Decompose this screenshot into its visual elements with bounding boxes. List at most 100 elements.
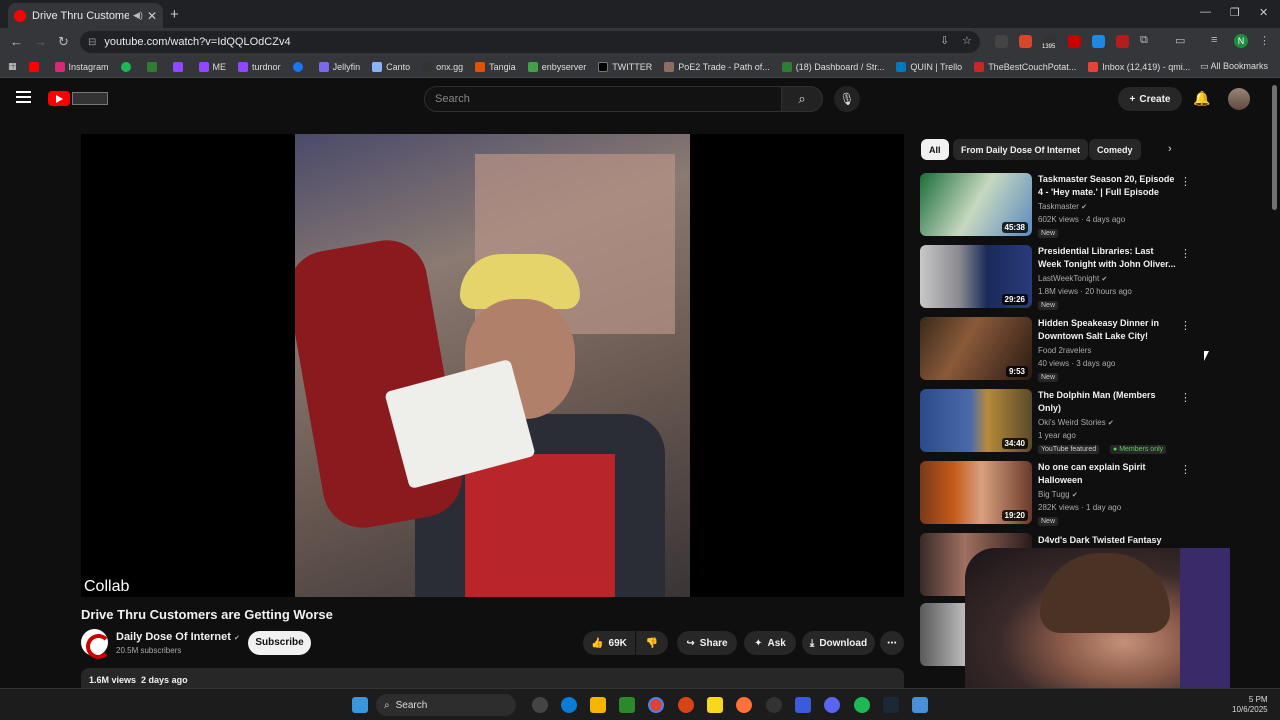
microphone-icon[interactable]: 🎙 <box>834 86 860 112</box>
rec-title[interactable]: Presidential Libraries: Last Week Tonigh… <box>1038 245 1178 271</box>
more-options-icon[interactable]: ⋮ <box>1180 175 1191 188</box>
chevron-right-icon[interactable]: › <box>1168 143 1172 155</box>
extension-fox-icon[interactable] <box>1019 35 1032 48</box>
taskbar-search[interactable]: ⌕ Search <box>376 694 516 716</box>
bookmark-item[interactable]: Jellyfin <box>318 61 360 72</box>
all-bookmarks-button[interactable]: ▭ All Bookmarks <box>1200 61 1268 72</box>
system-clock[interactable]: 5 PM 10/6/2025 <box>1232 695 1268 715</box>
profile-avatar[interactable]: N <box>1234 34 1248 48</box>
browser-menu-icon[interactable]: ⋮ <box>1259 34 1270 47</box>
more-actions-icon[interactable]: ⋯ <box>880 631 904 655</box>
extensions-puzzle-icon[interactable]: ⧉ <box>1140 34 1148 47</box>
bookmark-item[interactable]: ME <box>198 61 226 72</box>
windows-start-icon[interactable] <box>352 697 368 713</box>
network-app-icon[interactable] <box>795 697 811 713</box>
more-options-icon[interactable]: ⋮ <box>1180 247 1191 260</box>
bookmark-item[interactable]: Canto <box>372 61 410 72</box>
new-tab-button[interactable]: + <box>170 6 179 23</box>
bookmark-item[interactable]: onx.gg <box>422 61 463 72</box>
rec-title[interactable]: No one can explain Spirit Halloween <box>1038 461 1178 487</box>
address-bar[interactable]: ⊟ youtube.com/watch?v=IdQQLOdCZv4 <box>80 31 980 53</box>
recommendation-item[interactable]: 34:40 The Dolphin Man (Members Only) Oki… <box>920 389 1191 455</box>
firefox-icon[interactable] <box>736 697 752 713</box>
extension-k-icon[interactable] <box>995 35 1008 48</box>
recommendation-item[interactable]: 9:53 Hidden Speakeasy Dinner in Downtown… <box>920 317 1191 383</box>
speaker-icon[interactable]: ◀) <box>133 10 143 21</box>
rec-title[interactable]: D4vd's Dark Twisted Fantasy <box>1038 534 1178 547</box>
dislike-button[interactable]: 👎 <box>636 631 668 655</box>
video-thumbnail[interactable]: 34:40 <box>920 389 1032 452</box>
bookmark-item[interactable]: Inbox (12,419) - qmi... <box>1088 61 1190 72</box>
notes-icon[interactable] <box>707 697 723 713</box>
steam-icon[interactable] <box>883 697 899 713</box>
chip-from-channel[interactable]: From Daily Dose Of Internet <box>953 139 1089 160</box>
channel-avatar[interactable] <box>81 629 111 659</box>
side-panel-icon[interactable]: ▭ <box>1175 34 1185 47</box>
search-input[interactable]: Search <box>424 86 782 112</box>
search-icon[interactable]: ⌕ <box>781 86 823 112</box>
file-explorer-icon[interactable] <box>590 697 606 713</box>
recommendation-item[interactable]: 19:20 No one can explain Spirit Hallowee… <box>920 461 1191 527</box>
share-button[interactable]: ↪ Share <box>677 631 737 655</box>
basketball-app-icon[interactable] <box>678 697 694 713</box>
rec-channel[interactable]: LastWeekTonight ✔ <box>1038 274 1107 283</box>
browser-tab[interactable]: Drive Thru Customers are G ◀) ✕ <box>8 3 163 28</box>
subscribe-button[interactable]: Subscribe <box>248 631 311 655</box>
notifications-bell-icon[interactable]: 🔔 <box>1193 90 1210 107</box>
page-scrollbar[interactable] <box>1272 85 1277 210</box>
settings-icon[interactable] <box>532 697 548 713</box>
rec-title[interactable]: Taskmaster Season 20, Episode 4 - 'Hey m… <box>1038 173 1178 199</box>
bookmark-twitch[interactable] <box>172 61 187 72</box>
rec-channel[interactable]: Big Tugg ✔ <box>1038 490 1078 499</box>
video-player[interactable]: Collab <box>81 134 904 597</box>
more-options-icon[interactable]: ⋮ <box>1180 463 1191 476</box>
edge-icon[interactable] <box>561 697 577 713</box>
create-button[interactable]: + Create <box>1118 87 1182 111</box>
bookmark-item[interactable]: enbyserver <box>527 61 586 72</box>
bookmark-youtube[interactable] <box>28 61 43 72</box>
more-options-icon[interactable]: ⋮ <box>1180 391 1191 404</box>
video-thumbnail[interactable]: 9:53 <box>920 317 1032 380</box>
extension-red-icon[interactable] <box>1116 35 1129 48</box>
recommendation-item[interactable]: 29:26 Presidential Libraries: Last Week … <box>920 245 1191 311</box>
menu-icon[interactable] <box>16 91 31 106</box>
video-thumbnail[interactable]: 45:38 <box>920 173 1032 236</box>
notepad-icon[interactable] <box>912 697 928 713</box>
account-avatar[interactable] <box>1228 88 1250 110</box>
chip-comedy[interactable]: Comedy <box>1089 139 1141 160</box>
apps-grid-icon[interactable]: ▦ <box>8 61 17 72</box>
forward-icon[interactable]: → <box>34 34 47 49</box>
bookmark-facebook[interactable] <box>292 61 307 72</box>
rec-channel[interactable]: Oki's Weird Stories ✔ <box>1038 418 1114 427</box>
spotify-icon[interactable] <box>854 697 870 713</box>
bookmark-green[interactable] <box>146 61 161 72</box>
bookmark-item[interactable]: Instagram <box>54 61 109 72</box>
rec-channel[interactable]: Taskmaster ✔ <box>1038 202 1087 211</box>
close-window-icon[interactable]: ✕ <box>1259 6 1268 19</box>
recommendation-item[interactable]: 45:38 Taskmaster Season 20, Episode 4 - … <box>920 173 1191 239</box>
discord-icon[interactable] <box>824 697 840 713</box>
like-button[interactable]: 👍 69K <box>583 631 635 655</box>
bookmark-item[interactable]: QUIN | Trello <box>896 61 962 72</box>
bookmark-star-icon[interactable]: ☆ <box>962 34 972 47</box>
video-thumbnail[interactable]: 29:26 <box>920 245 1032 308</box>
rec-title[interactable]: Hidden Speakeasy Dinner in Downtown Salt… <box>1038 317 1178 343</box>
video-thumbnail[interactable]: 19:20 <box>920 461 1032 524</box>
terminal-icon[interactable] <box>619 697 635 713</box>
minimize-icon[interactable]: — <box>1200 6 1211 18</box>
channel-name[interactable]: Daily Dose Of Internet ✔ <box>116 631 240 643</box>
ask-button[interactable]: ✦ Ask <box>744 631 796 655</box>
close-tab-icon[interactable]: ✕ <box>147 9 157 23</box>
youtube-logo-icon[interactable] <box>48 91 70 106</box>
bookmark-item[interactable]: Tangia <box>475 61 516 72</box>
more-options-icon[interactable]: ⋮ <box>1180 319 1191 332</box>
media-controls-icon[interactable]: ≡ <box>1211 34 1217 46</box>
obs-icon[interactable] <box>766 697 782 713</box>
extension-youtube-icon[interactable] <box>1068 35 1081 48</box>
bookmark-item[interactable]: (18) Dashboard / Str... <box>781 61 884 72</box>
bookmark-spotify[interactable] <box>120 61 135 72</box>
bookmark-item[interactable]: TheBestCouchPotat... <box>974 61 1076 72</box>
rec-title[interactable]: The Dolphin Man (Members Only) <box>1038 389 1178 415</box>
reload-icon[interactable]: ↻ <box>58 34 69 50</box>
bookmark-item[interactable]: TWITTER <box>598 61 652 72</box>
